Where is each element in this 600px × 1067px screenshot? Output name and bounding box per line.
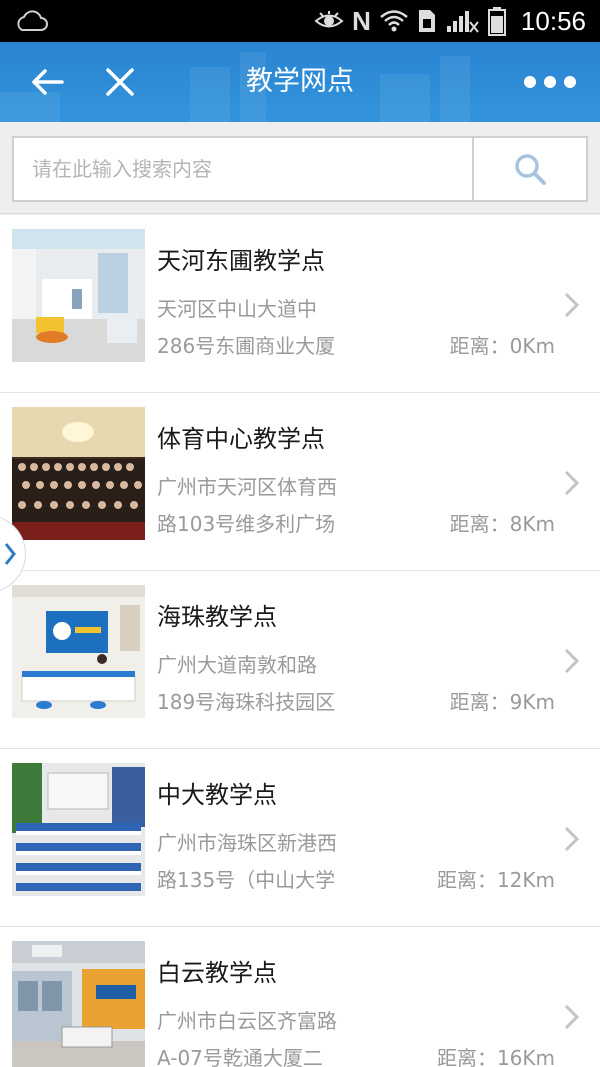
- cloud-icon: [17, 10, 48, 31]
- location-distance: 距离：0Km: [449, 334, 555, 358]
- location-address-line1: 广州市白云区齐富路: [157, 1009, 337, 1033]
- location-distance: 距离：16Km: [436, 1046, 555, 1067]
- search-icon: [515, 154, 546, 185]
- location-address-line2: A-07号乾通大厦二: [157, 1046, 323, 1067]
- close-icon[interactable]: [100, 62, 140, 102]
- location-list: 天河东圃教学点 天河区中山大道中 286号东圃商业大厦 距离：0Km 体育中心教…: [0, 215, 600, 1067]
- wifi-icon: [379, 8, 409, 34]
- page-title: 教学网点: [246, 66, 354, 97]
- location-name: 中大教学点: [157, 781, 277, 809]
- location-name: 白云教学点: [157, 959, 277, 987]
- search-button[interactable]: [472, 136, 588, 202]
- signal-icon: [445, 8, 479, 34]
- location-address-line2: 286号东圃商业大厦: [157, 334, 336, 358]
- list-item[interactable]: 中大教学点 广州市海珠区新港西 路135号（中山大学 距离：12Km: [0, 749, 600, 927]
- status-bar: N 10:56: [0, 0, 600, 42]
- app-header: 教学网点: [0, 42, 600, 122]
- location-photo: [12, 941, 145, 1067]
- header-background-decoration: [440, 56, 470, 122]
- location-address-line1: 天河区中山大道中: [157, 297, 317, 321]
- list-item[interactable]: 体育中心教学点 广州市天河区体育西 路103号维多利广场 距离：8Km: [0, 393, 600, 571]
- location-distance: 距离：12Km: [436, 868, 555, 892]
- more-dots-icon[interactable]: [524, 72, 576, 92]
- chevron-right-icon: [564, 470, 580, 496]
- location-name: 天河东圃教学点: [157, 247, 325, 275]
- location-address-line1: 广州大道南敦和路: [157, 653, 317, 677]
- location-address-line1: 广州市天河区体育西: [157, 475, 337, 499]
- header-background-decoration: [190, 67, 230, 122]
- list-item[interactable]: 白云教学点 广州市白云区齐富路 A-07号乾通大厦二 距离：16Km: [0, 927, 600, 1067]
- location-address-line2: 路103号维多利广场: [157, 512, 336, 536]
- chevron-right-icon: [564, 292, 580, 318]
- status-icons: N 10:56: [314, 0, 586, 42]
- location-address-line2: 189号海珠科技园区: [157, 690, 336, 714]
- header-background-decoration: [240, 52, 266, 122]
- sim-icon: [417, 8, 437, 34]
- location-distance: 距离：9Km: [449, 690, 555, 714]
- location-photo: [12, 763, 145, 896]
- nfc-icon: N: [352, 5, 371, 36]
- battery-icon: [487, 6, 507, 36]
- search-input[interactable]: [12, 136, 472, 202]
- chevron-right-icon: [4, 543, 16, 565]
- location-photo: [12, 585, 145, 718]
- location-address-line1: 广州市海珠区新港西: [157, 831, 337, 855]
- location-photo: [12, 229, 145, 362]
- location-name: 海珠教学点: [157, 603, 277, 631]
- search-bar: [0, 122, 600, 214]
- location-photo: [12, 407, 145, 540]
- chevron-right-icon: [564, 826, 580, 852]
- list-item[interactable]: 天河东圃教学点 天河区中山大道中 286号东圃商业大厦 距离：0Km: [0, 215, 600, 393]
- location-name: 体育中心教学点: [157, 425, 325, 453]
- back-arrow-icon[interactable]: [28, 62, 68, 102]
- location-distance: 距离：8Km: [449, 512, 555, 536]
- header-background-decoration: [380, 74, 430, 122]
- chevron-right-icon: [564, 1004, 580, 1030]
- eye-icon: [314, 10, 344, 32]
- status-time: 10:56: [520, 5, 586, 36]
- location-address-line2: 路135号（中山大学: [157, 868, 336, 892]
- list-item[interactable]: 海珠教学点 广州大道南敦和路 189号海珠科技园区 距离：9Km: [0, 571, 600, 749]
- chevron-right-icon: [564, 648, 580, 674]
